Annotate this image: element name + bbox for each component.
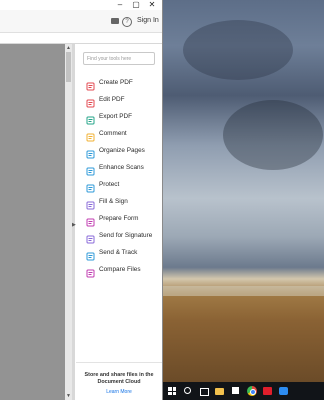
tool-label: Fill & Sign — [99, 198, 128, 205]
close-button[interactable]: ✕ — [144, 0, 160, 10]
vertical-scrollbar[interactable]: ▲ ▼ — [65, 44, 72, 400]
learn-more-link[interactable]: Learn More — [76, 389, 162, 395]
tools-search-input[interactable] — [83, 52, 155, 65]
tool-item[interactable]: Enhance Scans — [86, 159, 160, 176]
chat-icon[interactable] — [111, 18, 119, 24]
store-icon[interactable] — [227, 382, 243, 400]
edit-pdf-icon — [86, 95, 95, 108]
tool-item[interactable]: Send for Signature — [86, 227, 160, 244]
help-icon[interactable]: ? — [122, 17, 132, 27]
promo-text: Store and share files in the Document Cl… — [84, 372, 154, 385]
file-explorer-icon[interactable] — [211, 382, 227, 400]
tool-label: Create PDF — [99, 79, 133, 86]
enhance-scans-icon — [86, 163, 95, 176]
tool-label: Organize Pages — [99, 147, 145, 154]
minimize-button[interactable]: – — [112, 0, 128, 10]
tool-label: Prepare Form — [99, 215, 139, 222]
document-area[interactable] — [0, 44, 68, 400]
acrobat-window: – ▢ ✕ ? Sign In ▲ ▼ ▶ Create PDFEdit PDF… — [0, 0, 163, 400]
tool-label: Compare Files — [99, 266, 141, 273]
scroll-thumb[interactable] — [66, 52, 71, 82]
tool-label: Enhance Scans — [99, 164, 144, 171]
tool-item[interactable]: Organize Pages — [86, 142, 160, 159]
document-toolbar — [0, 33, 162, 44]
search-icon[interactable] — [179, 382, 195, 400]
title-bar: – ▢ ✕ — [0, 0, 162, 10]
cloud-shape — [183, 20, 293, 80]
windows-start-icon[interactable] — [163, 382, 179, 400]
tool-label: Comment — [99, 130, 127, 137]
desktop-wallpaper — [163, 0, 324, 382]
send-for-signature-icon — [86, 231, 95, 244]
create-pdf-icon — [86, 78, 95, 91]
tool-label: Export PDF — [99, 113, 133, 120]
compare-files-icon — [86, 265, 95, 278]
comment-icon — [86, 129, 95, 142]
scroll-up-icon[interactable]: ▲ — [65, 45, 72, 51]
chrome-icon[interactable] — [243, 382, 259, 400]
maximize-button[interactable]: ▢ — [128, 0, 144, 10]
cloud-app-icon[interactable] — [275, 382, 291, 400]
tool-item[interactable]: Comment — [86, 125, 160, 142]
tool-label: Send & Track — [99, 249, 138, 256]
acrobat-icon[interactable] — [259, 382, 275, 400]
tools-list: Create PDF Edit PDF Export PDF Comment Organ… — [86, 74, 160, 278]
protect-icon — [86, 180, 95, 193]
document-cloud-promo: Store and share files in the Document Cl… — [76, 362, 162, 401]
tool-item[interactable]: Edit PDF — [86, 91, 160, 108]
tool-item[interactable]: Fill & Sign — [86, 193, 160, 210]
windows-taskbar — [163, 382, 324, 400]
tool-item[interactable]: Create PDF — [86, 74, 160, 91]
scroll-down-icon[interactable]: ▼ — [65, 393, 72, 399]
fill-sign-icon — [86, 197, 95, 210]
prepare-form-icon — [86, 214, 95, 227]
tool-label: Protect — [99, 181, 120, 188]
tool-item[interactable]: Compare Files — [86, 261, 160, 278]
sign-in-link[interactable]: Sign In — [137, 17, 159, 24]
tool-label: Send for Signature — [99, 232, 153, 239]
tool-item[interactable]: Protect — [86, 176, 160, 193]
organize-pages-icon — [86, 146, 95, 159]
send-track-icon — [86, 248, 95, 261]
task-view-icon[interactable] — [195, 382, 211, 400]
tool-item[interactable]: Prepare Form — [86, 210, 160, 227]
menu-bar: ? Sign In — [0, 10, 162, 33]
horizon — [163, 286, 324, 296]
export-pdf-icon — [86, 112, 95, 125]
tool-label: Edit PDF — [99, 96, 125, 103]
cloud-shape — [223, 100, 323, 170]
tool-item[interactable]: Send & Track — [86, 244, 160, 261]
tool-item[interactable]: Export PDF — [86, 108, 160, 125]
tools-pane: Create PDF Edit PDF Export PDF Comment Organ… — [76, 44, 162, 400]
